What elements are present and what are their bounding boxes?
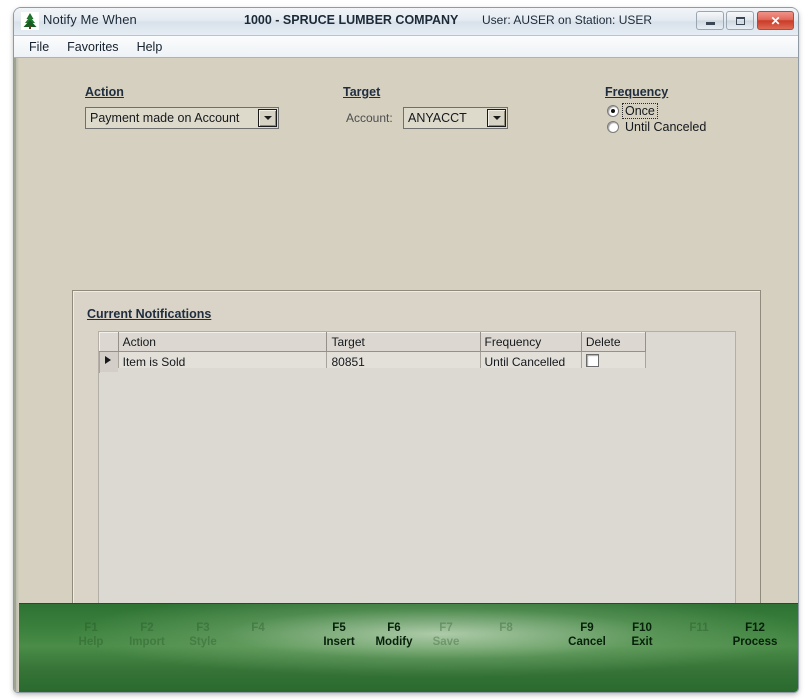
- row-selected-arrow-icon: [105, 356, 111, 364]
- action-group-title: Action: [85, 85, 124, 99]
- fkey-f2-key: F2: [140, 622, 154, 634]
- account-select[interactable]: ANYACCT: [403, 107, 508, 129]
- chevron-down-icon: [492, 116, 501, 120]
- fkey-f12-label: Process: [732, 636, 778, 648]
- frequency-group-title: Frequency: [605, 85, 669, 99]
- column-header-target[interactable]: Target: [326, 332, 481, 352]
- action-select-dropdown-button[interactable]: [258, 109, 277, 127]
- fkey-f5-label: Insert: [323, 636, 355, 648]
- frequency-radio-until-canceled[interactable]: Until Canceled: [607, 120, 708, 134]
- fkey-f1-key: F1: [84, 622, 98, 634]
- fkey-f1[interactable]: F1 Help: [79, 621, 104, 649]
- fkey-f2-label: Import: [129, 636, 165, 648]
- maximize-icon: [727, 12, 753, 29]
- company-title: 1000 - SPRUCE LUMBER COMPANY: [244, 13, 459, 27]
- column-header-frequency[interactable]: Frequency: [479, 332, 582, 352]
- frequency-radio-until-canceled-label: Until Canceled: [625, 120, 707, 134]
- fkey-f11[interactable]: F11: [689, 621, 708, 635]
- close-icon: ✕: [770, 13, 781, 28]
- fkey-f7[interactable]: F7 Save: [433, 621, 460, 649]
- action-select-value: Payment made on Account: [90, 111, 240, 125]
- row-indicator-header: [99, 332, 119, 352]
- column-header-delete[interactable]: Delete: [580, 332, 647, 352]
- table-header-row: Action Target Frequency Delete: [99, 332, 647, 352]
- window-title: Notify Me When: [43, 12, 137, 27]
- fkey-f8[interactable]: F8: [499, 621, 512, 635]
- fkey-f4[interactable]: F4: [251, 621, 264, 635]
- title-bar[interactable]: Notify Me When 1000 - SPRUCE LUMBER COMP…: [14, 8, 798, 36]
- column-header-action[interactable]: Action: [117, 332, 328, 352]
- account-label: Account:: [346, 111, 393, 125]
- fkey-f10-key: F10: [632, 622, 652, 634]
- fkey-f9-label: Cancel: [568, 636, 606, 648]
- current-notifications-panel: Current Notifications Action Target Freq…: [72, 290, 761, 633]
- fkey-f8-key: F8: [499, 622, 513, 634]
- fkey-f4-key: F4: [251, 622, 265, 634]
- fkey-f6[interactable]: F6 Modify: [375, 621, 412, 649]
- minimize-button[interactable]: [696, 11, 724, 30]
- fkey-f12[interactable]: F12 Process: [733, 621, 778, 649]
- delete-checkbox[interactable]: [585, 354, 599, 367]
- user-station-status: User: AUSER on Station: USER: [482, 13, 653, 27]
- fkey-f3[interactable]: F3 Style: [189, 621, 217, 649]
- frequency-radio-once[interactable]: Once: [607, 103, 658, 119]
- fkey-f3-key: F3: [196, 622, 210, 634]
- minimize-icon: [697, 12, 723, 29]
- fkey-f6-label: Modify: [375, 636, 413, 648]
- notifications-table: Action Target Frequency Delete Item is S…: [99, 332, 647, 373]
- fkey-f12-key: F12: [745, 622, 765, 634]
- fkey-f11-key: F11: [689, 622, 709, 634]
- fkey-f1-label: Help: [78, 636, 104, 648]
- menu-bar: File Favorites Help: [14, 36, 798, 58]
- radio-unselected-icon: [607, 121, 619, 133]
- fkey-f9-key: F9: [580, 622, 594, 634]
- fkey-f3-label: Style: [189, 636, 217, 648]
- grid-empty-area: [100, 368, 735, 609]
- fkey-f7-label: Save: [432, 636, 460, 648]
- maximize-button[interactable]: [726, 11, 754, 30]
- fkey-f10-label: Exit: [631, 636, 653, 648]
- target-group-title: Target: [343, 85, 381, 99]
- notifications-grid[interactable]: Action Target Frequency Delete Item is S…: [98, 331, 736, 611]
- fkey-f5[interactable]: F5 Insert: [323, 621, 354, 649]
- current-notifications-title: Current Notifications: [87, 307, 212, 321]
- row-indicator-cell: [99, 351, 119, 373]
- fkey-f2[interactable]: F2 Import: [129, 621, 165, 649]
- application-window: Notify Me When 1000 - SPRUCE LUMBER COMP…: [14, 8, 798, 692]
- account-select-value: ANYACCT: [408, 111, 467, 125]
- fkey-f5-key: F5: [332, 622, 346, 634]
- fkey-f6-key: F6: [387, 622, 401, 634]
- client-area: Action Payment made on Account Target Ac…: [14, 58, 798, 692]
- chevron-down-icon: [263, 116, 272, 120]
- function-key-bar: F1 Help F2 Import F3 Style F4 F5 Insert …: [19, 603, 798, 692]
- frequency-radio-once-label: Once: [622, 103, 658, 119]
- fkey-f9[interactable]: F9 Cancel: [568, 621, 606, 649]
- menu-item-help[interactable]: Help: [128, 38, 172, 56]
- account-select-dropdown-button[interactable]: [487, 109, 506, 127]
- menu-item-file[interactable]: File: [20, 38, 58, 56]
- fkey-f10[interactable]: F10 Exit: [631, 621, 652, 649]
- fkey-f7-key: F7: [439, 622, 453, 634]
- radio-selected-icon: [607, 105, 619, 117]
- menu-item-favorites[interactable]: Favorites: [58, 38, 127, 56]
- close-button[interactable]: ✕: [757, 11, 794, 30]
- form-area: Action Payment made on Account Target Ac…: [19, 58, 798, 633]
- action-select[interactable]: Payment made on Account: [85, 107, 279, 129]
- pine-tree-icon: [21, 12, 39, 30]
